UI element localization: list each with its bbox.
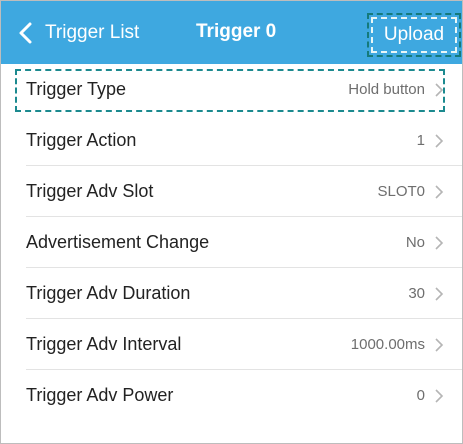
upload-button[interactable]: Upload [367, 13, 461, 57]
back-button-label: Trigger List [45, 22, 140, 43]
chevron-right-icon [435, 133, 444, 148]
row-advertisement-change[interactable]: Advertisement Change No [1, 217, 462, 268]
row-label: Trigger Adv Duration [26, 283, 191, 303]
app-frame: Trigger List Trigger 0 Upload Trigger Ty… [0, 0, 463, 444]
row-label: Trigger Adv Slot [26, 181, 154, 201]
row-label: Trigger Type [26, 79, 127, 99]
row-trigger-adv-duration[interactable]: Trigger Adv Duration 30 [1, 268, 462, 319]
row-value: Hold button [348, 81, 425, 98]
navigation-bar: Trigger List Trigger 0 Upload [1, 1, 462, 64]
row-value: No [405, 234, 425, 251]
chevron-right-icon [435, 337, 444, 352]
back-button[interactable]: Trigger List [15, 17, 139, 49]
upload-button-label: Upload [383, 24, 445, 45]
chevron-right-icon [435, 184, 444, 199]
row-trigger-adv-power[interactable]: Trigger Adv Power 0 [1, 370, 462, 421]
row-value: 1 [416, 132, 425, 149]
row-value: 0 [416, 387, 425, 404]
row-label: Trigger Action [26, 130, 137, 150]
row-label: Trigger Adv Power [26, 385, 174, 405]
row-value: SLOT0 [377, 183, 425, 200]
row-value: 30 [408, 285, 425, 302]
row-trigger-adv-slot[interactable]: Trigger Adv Slot SLOT0 [1, 166, 462, 217]
chevron-right-icon [435, 235, 444, 250]
row-label: Advertisement Change [26, 232, 210, 252]
chevron-right-icon [435, 82, 444, 97]
row-trigger-type[interactable]: Trigger Type Hold button [1, 64, 462, 115]
chevron-left-icon [19, 22, 32, 44]
row-label: Trigger Adv Interval [26, 334, 182, 354]
row-trigger-action[interactable]: Trigger Action 1 [1, 115, 462, 166]
chevron-right-icon [435, 388, 444, 403]
row-trigger-adv-interval[interactable]: Trigger Adv Interval 1000.00ms [1, 319, 462, 370]
row-value: 1000.00ms [350, 336, 425, 353]
page-title: Trigger 0 [196, 21, 277, 42]
chevron-right-icon [435, 286, 444, 301]
settings-list: Trigger Type Hold button Trigger Action … [1, 64, 462, 421]
